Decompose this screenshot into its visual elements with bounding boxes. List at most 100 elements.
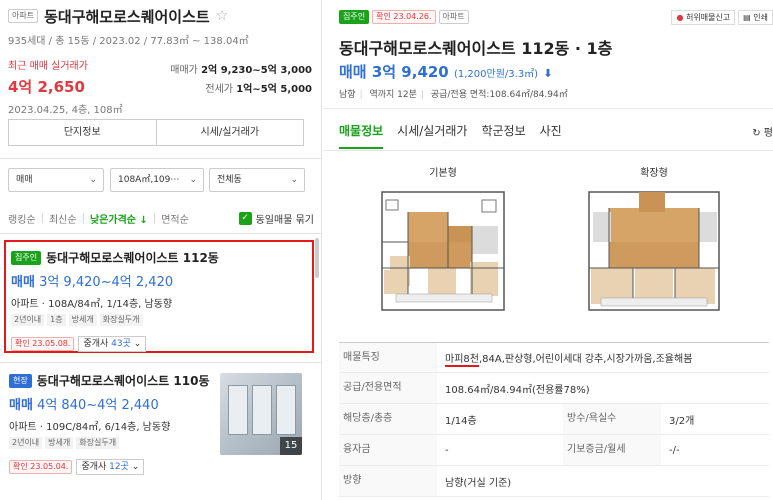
complex-tabs: 단지정보 시세/실거래가 (8, 119, 304, 146)
row-label: 융자금 (339, 435, 437, 465)
detail-price: 매매 3억 9,420 (1,200만원/3.3㎡) ⬇ (339, 63, 553, 81)
divider (323, 108, 773, 109)
row-label: 공급/전용면적 (339, 373, 437, 403)
price-history-button[interactable]: 시세/실거래가 (155, 120, 304, 145)
row-value: 마피8천,84A,판상형,어린이세대 강추,시장가까움,조율해봄 (445, 354, 693, 367)
listing-spec: 아파트 · 108A/84㎡, 1/14층, 남동향 (11, 299, 173, 310)
row-value: 남향(거실 기준) (445, 477, 512, 489)
listing-photo[interactable]: 15 (220, 373, 302, 455)
tab-price-history[interactable]: 시세/실거래가 (397, 122, 467, 149)
divider (0, 362, 322, 363)
listing-tag: 화장실두개 (99, 314, 143, 326)
floor-plan-basic-drawing (381, 191, 505, 311)
complex-info-button[interactable]: 단지정보 (9, 120, 156, 145)
complex-meta: 935세대 / 총 15동 / 2023.02 / 77.83㎡ ~ 138.0… (8, 36, 249, 47)
sort-ranking[interactable]: 랭킹순 (8, 211, 36, 226)
row-value: -/- (669, 444, 680, 456)
onsite-badge: 현장 (9, 373, 32, 388)
detail-tabs: 매물정보 시세/실거래가 학군정보 사진 (339, 122, 562, 149)
divider (0, 233, 322, 234)
table-row: 공급/전용면적 108.64㎡/84.94㎡(전용률78%) (339, 373, 769, 404)
listing-tag: 2년이내 (11, 314, 45, 326)
row-value: - (445, 444, 449, 456)
detail-brief-info: 남향 | 역까지 12분 | 공급/전용 면적:108.64㎡/84.94㎡ (339, 90, 568, 100)
price-down-arrow-icon: ⬇ (543, 67, 553, 80)
tab-listing-info[interactable]: 매물정보 (339, 122, 384, 149)
tab-photos[interactable]: 사진 (540, 122, 562, 149)
row-label: 방향 (339, 466, 437, 496)
confirm-date-badge: 확인 23.05.08. (11, 337, 75, 351)
favorite-star-icon[interactable]: ☆ (216, 8, 229, 24)
table-row: 융자금 - 기보증금/월세 -/- (339, 435, 769, 466)
tab-school-info[interactable]: 학군정보 (481, 122, 525, 149)
floor-plan-extended[interactable]: 확장형 (579, 164, 729, 316)
row-label: 해당층/총층 (339, 404, 437, 434)
row-label: 방수/욕실수 (563, 404, 661, 434)
area-select[interactable]: 108A㎡,109⋯ ⌄ (110, 168, 204, 192)
complex-summary: 아파트 동대구해모로스퀘어이스트 ☆ 935세대 / 총 15동 / 2023.… (8, 6, 314, 116)
sort-low-price[interactable]: 낮은가격순 ↓ (90, 211, 148, 226)
row-value: 3/2개 (669, 415, 695, 427)
complex-title: 동대구해모로스퀘어이스트 (44, 7, 210, 26)
agent-count-button[interactable]: 중개사 43곳 ⌄ (78, 336, 147, 352)
sort-latest[interactable]: 최신순 (49, 211, 77, 226)
property-type-badge: 아파트 (8, 9, 39, 23)
detail-actions: ● 허위매물신고 ▤ 인쇄 (671, 10, 773, 25)
listing-title: 동대구해모로스퀘어이스트 112동 (46, 251, 219, 265)
complex-panel: 아파트 동대구해모로스퀘어이스트 ☆ 935세대 / 총 15동 / 2023.… (0, 0, 322, 500)
divider (0, 158, 322, 159)
listing-card[interactable]: 현장 동대구해모로스퀘어이스트 110동 매매 4억 840~4억 2,440 … (4, 370, 314, 488)
divider (323, 150, 773, 151)
row-value: 108.64㎡/84.94㎡(전용률78%) (445, 384, 590, 396)
photo-count: 15 (280, 437, 302, 455)
listing-tag: 1층 (47, 314, 66, 326)
floor-plan-label: 확장형 (640, 168, 668, 179)
confirm-date-badge: 확인 23.04.26. (372, 10, 436, 24)
listing-detail-table: 매물특징 마피8천,84A,판상형,어린이세대 강추,시장가까움,조율해봄 공급… (339, 342, 769, 497)
chevron-down-icon: ⌄ (189, 175, 197, 185)
row-label: 기보증금/월세 (563, 435, 661, 465)
sort-bar: 랭킹순 | 최신순 | 낮은가격순 ↓ | 면적순 ✓ 동일매물 묶기 (8, 211, 314, 226)
listing-tag: 방세개 (68, 314, 97, 326)
owner-badge: 집주인 (339, 10, 370, 24)
siren-icon: ● (676, 13, 684, 22)
dong-select[interactable]: 전체동 ⌄ (209, 168, 305, 192)
property-type-badge: 아파트 (438, 10, 469, 24)
row-label: 매물특징 (339, 343, 437, 372)
listing-card-selected[interactable]: 집주인 동대구해모로스퀘어이스트 112동 매매 3억 9,420~4억 2,4… (4, 240, 314, 353)
highlighted-feature: 마피8천 (445, 354, 479, 367)
listing-tag: 방세개 (45, 437, 74, 449)
row-value: 1/14층 (445, 415, 477, 427)
group-same-listings-toggle[interactable]: ✓ 동일매물 묶기 (238, 211, 314, 226)
checkbox-checked-icon: ✓ (238, 212, 252, 225)
floor-plan-label: 기본형 (429, 168, 457, 179)
table-row: 방향 남향(거실 기준) (339, 466, 769, 497)
jeonse-price-range: 전세가 1억~5억 5,000 (205, 84, 312, 95)
list-scrollbar[interactable] (315, 238, 319, 278)
table-row: 매물특징 마피8천,84A,판상형,어린이세대 강추,시장가까움,조율해봄 (339, 342, 769, 373)
agent-count-button[interactable]: 중개사 12곳 ⌄ (76, 459, 145, 475)
listing-title: 동대구해모로스퀘어이스트 110동 (36, 374, 210, 388)
chevron-down-icon: ⌄ (290, 175, 298, 185)
report-fake-button[interactable]: ● 허위매물신고 (671, 10, 736, 25)
table-row: 해당층/총층 1/14층 방수/욕실수 3/2개 (339, 404, 769, 435)
refresh-icon: ↻ (752, 128, 761, 139)
listing-tag: 화장실두개 (76, 437, 120, 449)
floor-plan-extended-drawing (588, 191, 720, 311)
detail-badges: 집주인 확인 23.04.26. 아파트 (339, 10, 469, 24)
floor-plan-basic[interactable]: 기본형 (368, 164, 518, 316)
listing-detail-panel: 집주인 확인 23.04.26. 아파트 ● 허위매물신고 ▤ 인쇄 동대구해모… (323, 0, 773, 500)
listing-tag: 2년이내 (9, 437, 43, 449)
trade-type-select[interactable]: 매매 ⌄ (8, 168, 104, 192)
detail-title: 동대구해모로스퀘어이스트 112동 · 1층 (339, 39, 613, 58)
sort-area[interactable]: 면적순 (161, 211, 189, 226)
confirm-date-badge: 확인 23.05.04. (9, 460, 73, 474)
chevron-down-icon: ⌄ (89, 175, 97, 185)
area-unit-toggle[interactable]: ↻ 평 (752, 124, 773, 139)
recent-trade-date: 2023.04.25, 4층, 108㎡ (8, 105, 123, 116)
print-icon: ▤ (743, 13, 751, 22)
sale-price-range: 매매가 2억 9,230~5억 3,000 (170, 65, 312, 76)
owner-badge: 집주인 (11, 250, 42, 265)
print-button[interactable]: ▤ 인쇄 (738, 10, 773, 25)
listing-price: 매매 3억 9,420~4억 2,420 (11, 275, 174, 290)
